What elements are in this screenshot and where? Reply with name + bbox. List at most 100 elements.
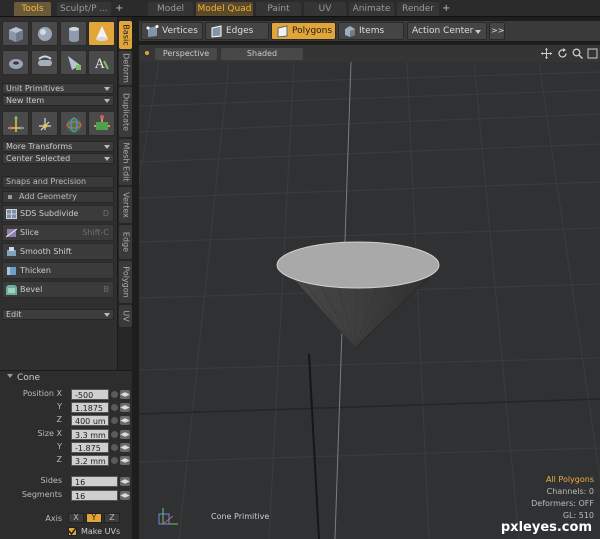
smooth-shift-button[interactable]: Smooth Shift [2, 243, 114, 260]
tab-tools[interactable]: Tools [14, 2, 51, 16]
unit-primitives-dropdown[interactable]: Unit Primitives [2, 83, 114, 94]
pen-icon [68, 56, 81, 70]
move-tool-button[interactable] [2, 111, 29, 136]
stepper-arrows-icon[interactable]: ◀▶ [120, 491, 130, 500]
vtab-deform[interactable]: Deform [119, 51, 132, 85]
action-center-dropdown[interactable]: Action Center [407, 22, 487, 40]
vtab-basic[interactable]: Basic [119, 21, 132, 49]
keyframe-dot-icon[interactable] [111, 391, 118, 398]
thicken-icon [7, 267, 16, 275]
zoom-icon[interactable] [572, 48, 583, 59]
axis-z-button[interactable]: Z [104, 513, 120, 523]
vtab-label: Deform [121, 53, 130, 83]
items-mode-button[interactable]: Items [338, 22, 404, 40]
dropdown-label: More Transforms [6, 142, 73, 151]
size-y-field[interactable]: -1.875 [71, 442, 109, 453]
keyframe-dot-icon[interactable] [111, 431, 118, 438]
stepper-arrows-icon[interactable]: ◀▶ [120, 430, 130, 439]
polygons-mode-button[interactable]: Polygons [271, 22, 336, 40]
tab-model-quad[interactable]: Model Quad [196, 2, 253, 16]
stepper-arrows-icon[interactable]: ◀▶ [120, 416, 130, 425]
scale-tool-button[interactable] [60, 111, 87, 136]
axis-y-button[interactable]: Y [86, 513, 102, 523]
thicken-button[interactable]: Thicken [2, 262, 114, 279]
viewport-header: Perspective Shaded [139, 45, 600, 62]
chevron-down-icon [104, 87, 110, 91]
axis-x-button[interactable]: X [68, 513, 84, 523]
tab-render[interactable]: Render [397, 2, 439, 16]
3d-viewport[interactable]: Perspective Shaded Cone Primitive All Po… [139, 45, 600, 539]
keyframe-dot-icon[interactable] [111, 404, 118, 411]
center-selected-dropdown[interactable]: Center Selected [2, 153, 114, 164]
vtab-vertex[interactable]: Vertex [119, 187, 132, 223]
stepper-arrows-icon[interactable]: ◀▶ [120, 403, 130, 412]
position-z-field[interactable]: 400 um [71, 415, 109, 426]
add-geometry-header[interactable]: Add Geometry [2, 191, 114, 203]
tab-sculpt[interactable]: Sculpt/P ... [57, 2, 111, 16]
tab-paint[interactable]: Paint [256, 2, 301, 16]
segments-field[interactable]: 16 [71, 490, 118, 501]
size-x-field[interactable]: 3.3 mm [71, 429, 109, 440]
cone-primitive-button[interactable] [88, 21, 115, 46]
maximize-icon[interactable] [587, 48, 598, 59]
vtab-uv[interactable]: UV [119, 305, 132, 327]
stepper-arrows-icon[interactable]: ◀▶ [120, 443, 130, 452]
keyframe-dot-icon[interactable] [111, 457, 118, 464]
capsule-primitive-button[interactable] [31, 50, 58, 75]
keyframe-dot-icon[interactable] [111, 417, 118, 424]
transform-tool-button[interactable] [88, 111, 115, 136]
slice-button[interactable]: Slice Shift-C [2, 224, 114, 241]
cube-primitive-button[interactable] [2, 21, 29, 46]
stepper-arrows-icon[interactable]: ◀▶ [120, 456, 130, 465]
vtab-polygon[interactable]: Polygon [119, 261, 132, 303]
torus-primitive-button[interactable] [2, 50, 29, 75]
tab-model[interactable]: Model [148, 2, 193, 16]
tab-animate[interactable]: Animate [349, 2, 394, 16]
shaded-dropdown[interactable]: Shaded [221, 48, 303, 60]
viewport-menu-icon[interactable] [145, 51, 149, 55]
pan-icon[interactable] [541, 48, 552, 59]
snaps-precision-button[interactable]: Snaps and Precision [2, 176, 114, 188]
add-tab-button[interactable]: + [115, 2, 123, 16]
keyframe-dot-icon[interactable] [111, 444, 118, 451]
sphere-primitive-button[interactable] [31, 21, 58, 46]
text-primitive-button[interactable]: A [88, 50, 115, 75]
collapse-icon [8, 195, 12, 199]
sds-subdivide-button[interactable]: SDS Subdivide D [2, 205, 114, 222]
sides-field[interactable]: 16 [71, 476, 118, 487]
rotate-icon[interactable] [557, 48, 568, 59]
rotate-tool-button[interactable] [31, 111, 58, 136]
vtab-duplicate[interactable]: Duplicate [119, 87, 132, 137]
x-axis-line [308, 353, 320, 539]
edit-dropdown[interactable]: Edit [2, 309, 114, 320]
bevel-button[interactable]: Bevel B [2, 281, 114, 298]
tool-label: Bevel [20, 285, 43, 294]
tab-uv[interactable]: UV [304, 2, 346, 16]
vtab-label: Vertex [121, 192, 130, 218]
cylinder-primitive-button[interactable] [60, 21, 87, 46]
more-tools-button[interactable]: >> [489, 22, 505, 40]
dropdown-label: New Item [6, 96, 45, 105]
stepper-arrows-icon[interactable]: ◀▶ [120, 390, 130, 399]
add-layout-button[interactable]: + [442, 2, 450, 16]
properties-title: Cone [17, 373, 41, 383]
pen-primitive-button[interactable] [60, 50, 87, 75]
position-y-field[interactable]: 1.1875 [71, 402, 109, 413]
more-transforms-dropdown[interactable]: More Transforms [2, 141, 114, 152]
make-uvs-checkbox[interactable] [68, 527, 77, 536]
perspective-dropdown[interactable]: Perspective [155, 48, 217, 60]
new-item-dropdown[interactable]: New Item [2, 95, 114, 106]
size-z-label: Z [56, 455, 62, 464]
dropdown-label: Unit Primitives [6, 84, 65, 93]
vertices-mode-button[interactable]: Vertices [141, 22, 203, 40]
vtab-mesh-edit[interactable]: Mesh Edit [119, 139, 132, 185]
size-y-label: Y [57, 442, 62, 451]
vtab-edge[interactable]: Edge [119, 225, 132, 259]
stepper-arrows-icon[interactable]: ◀▶ [120, 477, 130, 486]
position-x-field[interactable]: -500 um [71, 389, 109, 411]
chevron-down-icon [104, 145, 110, 149]
size-z-field[interactable]: 3.2 mm [71, 455, 109, 466]
deformers-stat: Deformers: OFF [531, 499, 594, 508]
selection-stat: All Polygons [545, 475, 594, 484]
edges-mode-button[interactable]: Edges [205, 22, 269, 40]
